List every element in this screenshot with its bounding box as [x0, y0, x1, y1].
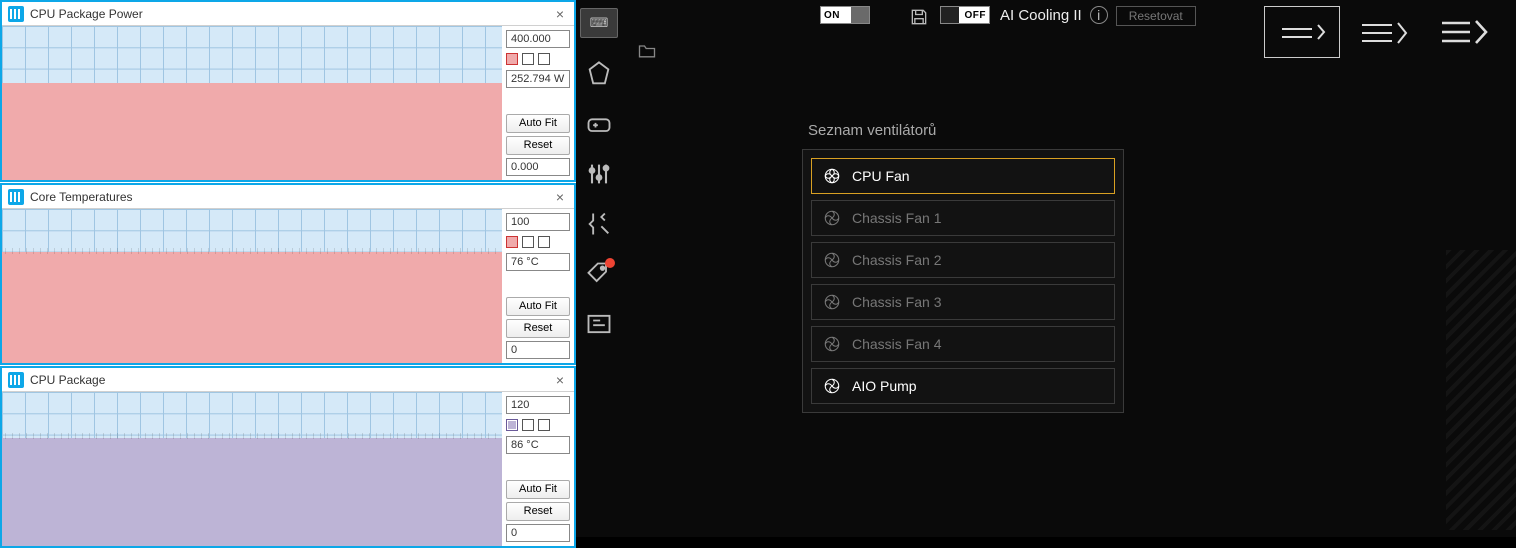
graph-noise [2, 433, 502, 439]
ai-cooling-feature: OFF AI Cooling II [940, 6, 1082, 24]
color-swatch[interactable] [538, 236, 550, 248]
color-swatch[interactable] [506, 236, 518, 248]
fan-icon [822, 334, 842, 354]
fan-label: CPU Fan [852, 168, 910, 184]
nav-sliders-icon[interactable] [585, 160, 613, 188]
graph-fill [2, 252, 502, 363]
save-icon[interactable] [906, 6, 932, 28]
nav-shape-icon[interactable] [585, 60, 613, 88]
sensor-icon [8, 6, 24, 22]
fan-icon [822, 250, 842, 270]
panel-title: CPU Package [30, 373, 552, 387]
reset-button[interactable]: Reset [506, 502, 570, 521]
fan-item-chassis2[interactable]: Chassis Fan 2 [811, 242, 1115, 278]
autofit-button[interactable]: Auto Fit [506, 114, 570, 133]
current-value[interactable]: 86 °C [506, 436, 570, 454]
fan-icon [822, 292, 842, 312]
min-value[interactable]: 0.000 [506, 158, 570, 176]
close-icon[interactable]: × [552, 6, 568, 22]
color-swatch[interactable] [538, 419, 550, 431]
fan-label: AIO Pump [852, 378, 917, 394]
preset-high-icon[interactable] [1428, 6, 1504, 58]
current-value[interactable]: 252.794 W [506, 70, 570, 88]
nav-controller-icon[interactable] [585, 110, 613, 138]
hw-panel-core-temp: Core Temperatures × 100 76 °C Auto Fit R… [0, 183, 576, 365]
color-swatch[interactable] [522, 53, 534, 65]
fan-list-title: Seznam ventilátorů [808, 122, 1124, 139]
hw-panel-cpu-package: CPU Package × 120 86 °C Auto Fit Reset 0 [0, 366, 576, 548]
fan-icon [822, 208, 842, 228]
fan-list-section: Seznam ventilátorů CPU Fan Chassis Fan 1… [802, 122, 1124, 537]
sensor-icon [8, 372, 24, 388]
autofit-button[interactable]: Auto Fit [506, 480, 570, 499]
fan-label: Chassis Fan 1 [852, 210, 941, 226]
min-value[interactable]: 0 [506, 524, 570, 542]
close-icon[interactable]: × [552, 372, 568, 388]
reset-button[interactable]: Reset [506, 136, 570, 155]
armoury-panel: ⌨ ON OFF AI Cooling II i Resetovat [576, 0, 1516, 537]
nav-news-icon[interactable] [585, 310, 613, 338]
graph-fill [2, 83, 502, 180]
autofit-button[interactable]: Auto Fit [506, 297, 570, 316]
color-swatch[interactable] [538, 53, 550, 65]
color-swatch[interactable] [522, 236, 534, 248]
nav-keyboard-icon[interactable]: ⌨ [580, 8, 618, 38]
nav-tools-icon[interactable] [585, 210, 613, 238]
max-value[interactable]: 100 [506, 213, 570, 231]
max-value[interactable]: 400.000 [506, 30, 570, 48]
graph-area [2, 209, 502, 363]
sensor-icon [8, 189, 24, 205]
decor-stripes [1446, 250, 1516, 530]
color-swatch[interactable] [522, 419, 534, 431]
fan-label: Chassis Fan 4 [852, 336, 941, 352]
graph-noise [2, 248, 502, 254]
fan-item-cpu[interactable]: CPU Fan [811, 158, 1115, 194]
fan-label: Chassis Fan 3 [852, 294, 941, 310]
hw-panel-cpu-power: CPU Package Power × 400.000 252.794 W Au… [0, 0, 576, 182]
fan-item-chassis3[interactable]: Chassis Fan 3 [811, 284, 1115, 320]
nav-tag-icon[interactable] [585, 260, 613, 288]
reset-button[interactable]: Resetovat [1116, 6, 1196, 26]
max-value[interactable]: 120 [506, 396, 570, 414]
min-value[interactable]: 0 [506, 341, 570, 359]
folder-icon[interactable] [634, 40, 660, 62]
feature-title: AI Cooling II [1000, 7, 1082, 24]
current-value[interactable]: 76 °C [506, 253, 570, 271]
panel-title: Core Temperatures [30, 190, 552, 204]
on-toggle[interactable]: ON [820, 6, 870, 24]
fan-list: CPU Fan Chassis Fan 1 Chassis Fan 2 Chas… [802, 149, 1124, 413]
fan-label: Chassis Fan 2 [852, 252, 941, 268]
close-icon[interactable]: × [552, 189, 568, 205]
preset-low-icon[interactable] [1264, 6, 1340, 58]
color-swatch[interactable] [506, 419, 518, 431]
preset-mid-icon[interactable] [1346, 6, 1422, 58]
off-toggle[interactable]: OFF [940, 6, 990, 24]
fan-item-chassis4[interactable]: Chassis Fan 4 [811, 326, 1115, 362]
hwinfo-column: CPU Package Power × 400.000 252.794 W Au… [0, 0, 576, 537]
ac-sidebar: ⌨ [576, 0, 622, 537]
fan-item-aio[interactable]: AIO Pump [811, 368, 1115, 404]
fan-icon [822, 376, 842, 396]
reset-button[interactable]: Reset [506, 319, 570, 338]
fan-icon [822, 166, 842, 186]
graph-area [2, 26, 502, 180]
graph-area [2, 392, 502, 546]
panel-title: CPU Package Power [30, 7, 552, 21]
color-swatch[interactable] [506, 53, 518, 65]
graph-fill [2, 438, 502, 546]
fan-item-chassis1[interactable]: Chassis Fan 1 [811, 200, 1115, 236]
info-icon[interactable]: i [1090, 6, 1108, 24]
